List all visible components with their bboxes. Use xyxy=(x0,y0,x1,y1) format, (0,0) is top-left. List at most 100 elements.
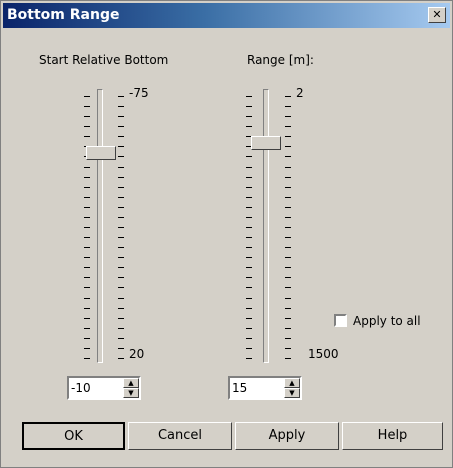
slider-tick xyxy=(118,237,124,238)
slider-tick xyxy=(118,217,124,218)
apply-to-all-checkbox[interactable] xyxy=(334,314,347,327)
slider-tick xyxy=(84,267,90,268)
slider-tick xyxy=(285,106,291,107)
slider-tick xyxy=(246,328,252,329)
cancel-button[interactable]: Cancel xyxy=(128,422,232,450)
slider-tick xyxy=(246,177,252,178)
window-title: Bottom Range xyxy=(7,7,120,23)
slider-tick xyxy=(246,116,252,117)
range-spin-up-icon[interactable]: ▲ xyxy=(284,378,300,388)
slider-tick xyxy=(285,247,291,248)
help-button[interactable]: Help xyxy=(342,422,443,450)
range-slider-max-label: 1500 xyxy=(308,347,339,361)
slider-tick xyxy=(246,227,252,228)
bottom-range-dialog: Bottom Range ✕ Start Relative Bottom -75… xyxy=(0,0,453,468)
slider-tick xyxy=(118,126,124,127)
slider-tick xyxy=(84,358,90,359)
slider-tick xyxy=(118,136,124,137)
start-slider-ticks-left xyxy=(84,96,92,359)
start-value-input[interactable] xyxy=(71,379,121,397)
slider-tick xyxy=(118,338,124,339)
slider-tick xyxy=(246,96,252,97)
slider-tick xyxy=(246,257,252,258)
slider-tick xyxy=(285,298,291,299)
slider-tick xyxy=(246,287,252,288)
slider-tick xyxy=(246,267,252,268)
slider-tick xyxy=(246,106,252,107)
slider-tick xyxy=(246,167,252,168)
range-slider-track[interactable] xyxy=(263,89,269,363)
slider-tick xyxy=(246,358,252,359)
slider-tick xyxy=(285,197,291,198)
slider-tick xyxy=(285,207,291,208)
slider-tick xyxy=(84,136,90,137)
slider-tick xyxy=(118,187,124,188)
slider-tick xyxy=(285,167,291,168)
slider-tick xyxy=(84,348,90,349)
slider-tick xyxy=(84,96,90,97)
slider-tick xyxy=(246,187,252,188)
slider-tick xyxy=(246,308,252,309)
slider-tick xyxy=(84,167,90,168)
slider-tick xyxy=(246,318,252,319)
apply-button[interactable]: Apply xyxy=(235,422,339,450)
start-slider-track[interactable] xyxy=(97,89,103,363)
range-spin-down-icon[interactable]: ▼ xyxy=(284,388,300,398)
slider-tick xyxy=(285,348,291,349)
slider-tick xyxy=(118,156,124,157)
start-slider-ticks-right xyxy=(118,96,126,359)
slider-tick xyxy=(84,308,90,309)
slider-tick xyxy=(118,328,124,329)
slider-tick xyxy=(118,257,124,258)
slider-tick xyxy=(84,237,90,238)
title-bar: Bottom Range ✕ xyxy=(3,3,450,28)
slider-tick xyxy=(246,217,252,218)
slider-tick xyxy=(285,338,291,339)
slider-tick xyxy=(118,247,124,248)
slider-tick xyxy=(285,116,291,117)
slider-tick xyxy=(118,207,124,208)
slider-tick xyxy=(84,227,90,228)
slider-tick xyxy=(246,298,252,299)
apply-to-all-label: Apply to all xyxy=(353,314,421,328)
slider-tick xyxy=(84,318,90,319)
slider-tick xyxy=(246,207,252,208)
slider-tick xyxy=(84,257,90,258)
close-icon[interactable]: ✕ xyxy=(428,7,446,23)
slider-tick xyxy=(285,227,291,228)
slider-tick xyxy=(84,197,90,198)
ok-button[interactable]: OK xyxy=(22,422,125,450)
range-slider-thumb[interactable] xyxy=(251,136,281,150)
slider-tick xyxy=(246,247,252,248)
slider-tick xyxy=(118,177,124,178)
start-spin-down-icon[interactable]: ▼ xyxy=(123,388,139,398)
slider-tick xyxy=(118,116,124,117)
start-value-spinbox: ▲ ▼ xyxy=(67,376,141,400)
slider-tick xyxy=(118,358,124,359)
slider-tick xyxy=(285,187,291,188)
range-value-input[interactable] xyxy=(232,379,282,397)
range-slider-ticks-right xyxy=(285,96,293,359)
slider-tick xyxy=(285,156,291,157)
slider-tick xyxy=(84,116,90,117)
slider-tick xyxy=(84,207,90,208)
start-slider-max-label: 20 xyxy=(129,347,145,361)
slider-tick xyxy=(84,217,90,218)
slider-tick xyxy=(118,287,124,288)
slider-tick xyxy=(285,146,291,147)
slider-tick xyxy=(246,156,252,157)
slider-tick xyxy=(118,298,124,299)
start-spin-up-icon[interactable]: ▲ xyxy=(123,378,139,388)
slider-tick xyxy=(285,177,291,178)
slider-tick xyxy=(246,277,252,278)
slider-tick xyxy=(118,348,124,349)
slider-tick xyxy=(84,177,90,178)
slider-tick xyxy=(118,318,124,319)
slider-tick xyxy=(246,126,252,127)
slider-tick xyxy=(84,247,90,248)
slider-tick xyxy=(84,126,90,127)
slider-tick xyxy=(118,197,124,198)
slider-tick xyxy=(246,338,252,339)
start-slider-thumb[interactable] xyxy=(86,146,116,160)
slider-tick xyxy=(285,277,291,278)
